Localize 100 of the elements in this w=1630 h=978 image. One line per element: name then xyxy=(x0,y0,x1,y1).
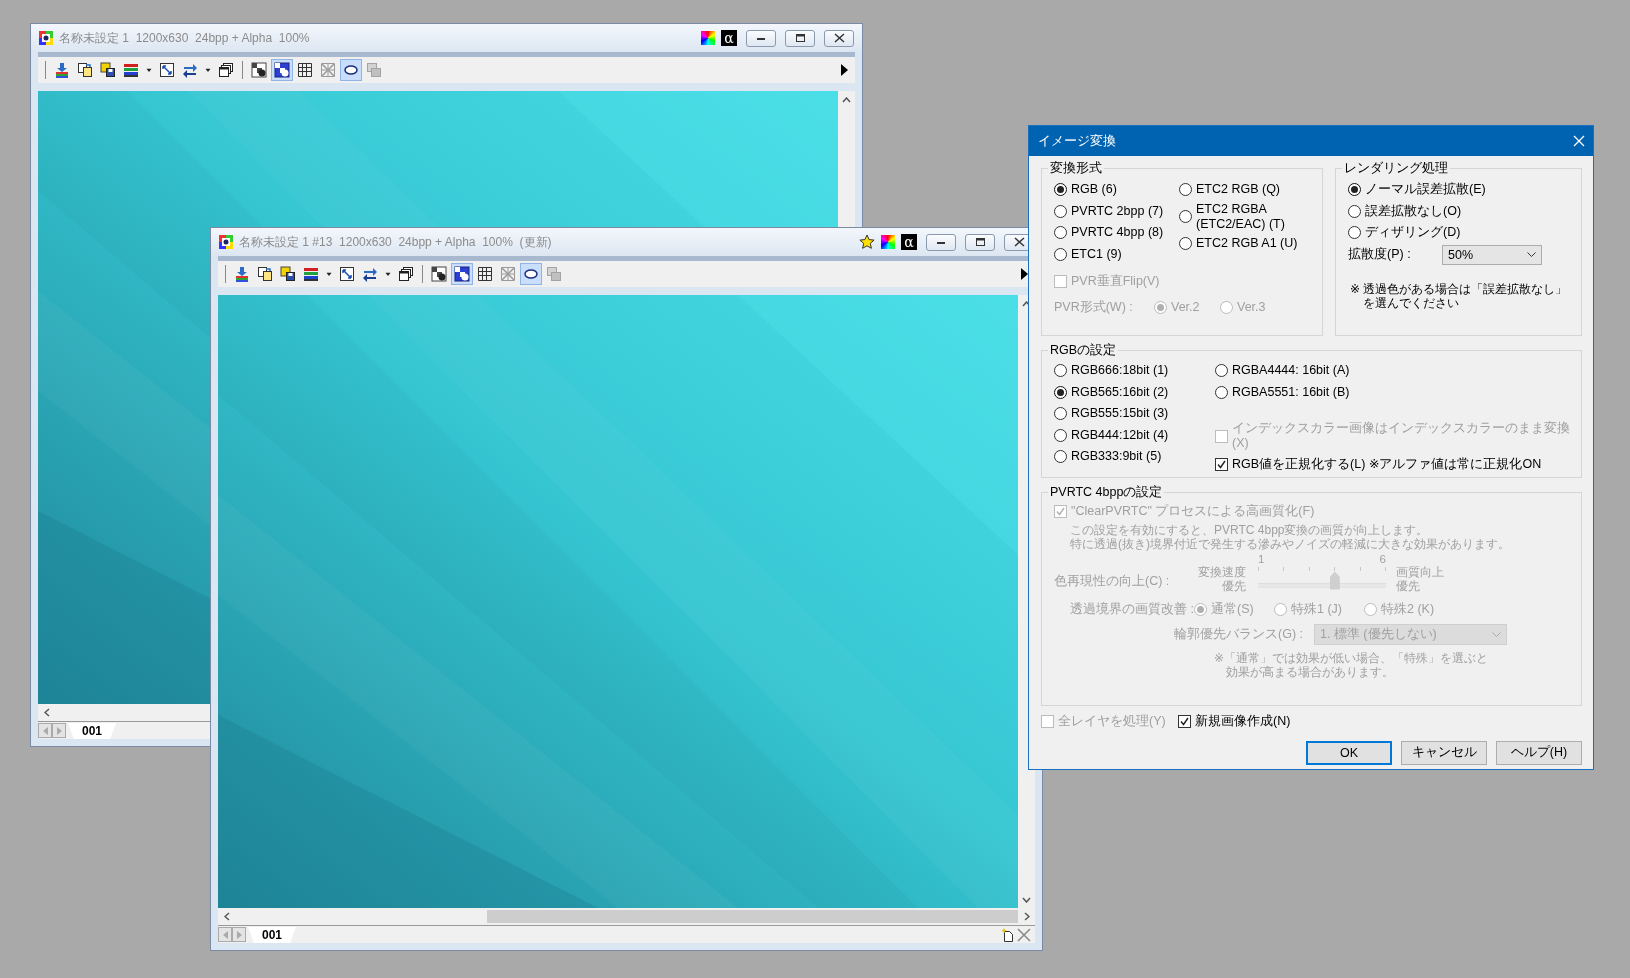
restore-icon xyxy=(793,32,807,44)
toolbar-button[interactable] xyxy=(248,59,270,81)
dropdown[interactable]: 50% xyxy=(1442,244,1542,265)
window-title: 名称未設定 1 1200x630 24bpp + Alpha 100% xyxy=(59,29,311,47)
checkbox[interactable]: 新規画像作成(N) xyxy=(1178,711,1291,733)
note-text: ※「通常」では効果が低い場合、「特殊」を選ぶと xyxy=(1214,651,1490,665)
dialog-button[interactable]: キャンセル xyxy=(1401,740,1487,765)
radio-button[interactable] xyxy=(1054,428,1067,442)
tick-mark xyxy=(1283,566,1285,571)
description-text: この設定を有効にすると、PVRTC 4bpp変換の画質が向上します。 xyxy=(1070,522,1430,537)
color-bars-icon xyxy=(303,266,319,282)
radio-button[interactable] xyxy=(1054,385,1067,399)
radio-button[interactable] xyxy=(1179,236,1192,250)
radio-label[interactable]: ETC1 (9) xyxy=(1071,246,1122,262)
radio-label[interactable]: RGB565:16bit (2) xyxy=(1071,384,1169,400)
radio-button[interactable] xyxy=(1348,183,1361,197)
resize-icon xyxy=(159,62,175,78)
sheet-tab[interactable]: 001 xyxy=(248,927,297,943)
toolbar-button[interactable] xyxy=(271,59,293,81)
radio-button[interactable] xyxy=(1054,407,1067,421)
radio-button[interactable] xyxy=(1179,183,1192,197)
checkbox[interactable]: RGB値を正規化する(L) xyxy=(1215,454,1369,476)
radio-label[interactable]: RGBA5551: 16bit (B) xyxy=(1232,384,1350,400)
chevron-left-icon xyxy=(43,708,50,717)
toolbar-button[interactable] xyxy=(428,263,450,285)
radio-button[interactable] xyxy=(1054,204,1067,218)
radio-label[interactable]: RGB (6) xyxy=(1071,182,1117,198)
radio-label[interactable]: 誤差拡散なし(O) xyxy=(1365,203,1462,219)
app-icon xyxy=(39,31,53,45)
radio-label[interactable]: RGBA4444: 16bit (A) xyxy=(1232,363,1350,379)
copy-icon xyxy=(257,266,273,282)
tick-mark xyxy=(1258,566,1259,571)
minimize-button[interactable] xyxy=(926,233,956,251)
overlay-icon xyxy=(366,62,382,78)
new-page-icon xyxy=(1001,927,1015,942)
field-label: 輪郭優先バランス(G) : xyxy=(1173,626,1304,643)
radio-label[interactable]: PVRTC 2bpp (7) xyxy=(1071,203,1164,219)
checkmark-icon xyxy=(1180,717,1189,727)
dialog-title: イメージ変換 xyxy=(1038,132,1116,150)
dialog-button[interactable]: ヘルプ(H) xyxy=(1496,740,1582,765)
dialog-button[interactable]: OK xyxy=(1306,740,1392,765)
slider-label: 画質向上 xyxy=(1396,564,1444,579)
radio-label[interactable]: RGB333:9bit (5) xyxy=(1071,449,1162,465)
grid-icon xyxy=(477,266,493,282)
radio-label[interactable]: ノーマル誤差拡散(E) xyxy=(1365,182,1486,198)
minimize-button[interactable] xyxy=(746,29,776,47)
restore-button[interactable] xyxy=(785,29,815,47)
windows-icon xyxy=(218,62,234,78)
slider-label: 優先 xyxy=(1222,578,1246,593)
radio-button[interactable] xyxy=(1179,210,1192,223)
triangle-right-icon xyxy=(56,726,62,735)
triangle-right-icon xyxy=(1020,268,1028,280)
windows-icon xyxy=(398,266,414,282)
radio-button[interactable] xyxy=(1054,364,1067,378)
radio-button[interactable] xyxy=(1348,226,1361,240)
radio-label[interactable]: PVRTC 4bpp (8) xyxy=(1071,225,1164,241)
resize-icon xyxy=(339,266,355,282)
close-icon xyxy=(832,32,846,44)
radio-button[interactable] xyxy=(1215,385,1228,399)
radio-button[interactable] xyxy=(1054,450,1067,464)
toolbar-button[interactable] xyxy=(520,263,542,285)
restore-button[interactable] xyxy=(965,233,995,251)
field-label: 拡散度(P) : xyxy=(1348,246,1412,263)
grid-off-icon xyxy=(500,266,516,282)
chevron-up-icon xyxy=(842,96,851,103)
tick-mark xyxy=(1308,566,1310,571)
radio-label[interactable]: ディザリング(D) xyxy=(1365,225,1461,241)
chevron-down-icon xyxy=(1492,631,1501,638)
ellipse-icon xyxy=(343,62,359,78)
radio-button[interactable] xyxy=(1054,226,1067,240)
radio-label[interactable]: ETC2 RGB A1 (U) xyxy=(1196,235,1298,251)
chevron-right-icon xyxy=(1023,912,1030,921)
radio-label[interactable]: RGB666:18bit (1) xyxy=(1071,363,1169,379)
copy-icon xyxy=(77,62,93,78)
tick-mark xyxy=(1334,566,1336,571)
radio-label[interactable]: RGB555:15bit (3) xyxy=(1071,406,1169,422)
slider-label: 優先 xyxy=(1396,578,1421,593)
radio-button[interactable] xyxy=(1215,364,1228,378)
toolbar-button[interactable] xyxy=(451,263,473,285)
color-wheel-icon xyxy=(701,31,715,45)
close-button[interactable] xyxy=(824,29,854,47)
swap-icon xyxy=(362,266,378,282)
description-text: 特に透過(抜き)境界付近で発生する滲みやノイズの軽減に大きな効果があります。 xyxy=(1070,536,1511,551)
radio-button[interactable] xyxy=(1054,247,1067,261)
sheet-tab[interactable]: 001 xyxy=(68,723,117,739)
alpha-badge: α xyxy=(901,234,917,250)
radio-label[interactable]: ETC2 RGBA (ETC2/EAC) (T) xyxy=(1196,201,1285,232)
triangle-right-icon xyxy=(236,930,242,939)
toolbar-button[interactable] xyxy=(340,59,362,81)
scrollbar-thumb[interactable] xyxy=(487,910,1018,923)
triangle-left-icon xyxy=(222,930,228,939)
group-label: RGBの設定 xyxy=(1049,342,1118,359)
radio-button[interactable] xyxy=(1348,204,1361,218)
checker-icon xyxy=(431,266,447,282)
radio-label[interactable]: ETC2 RGB (Q) xyxy=(1196,182,1281,198)
radio-button[interactable] xyxy=(1054,183,1067,197)
slider-label: 変換速度 xyxy=(1198,564,1246,579)
stack-arrow-icon xyxy=(234,266,250,282)
radio-label[interactable]: RGB444:12bit (4) xyxy=(1071,427,1169,443)
grid-icon xyxy=(297,62,313,78)
